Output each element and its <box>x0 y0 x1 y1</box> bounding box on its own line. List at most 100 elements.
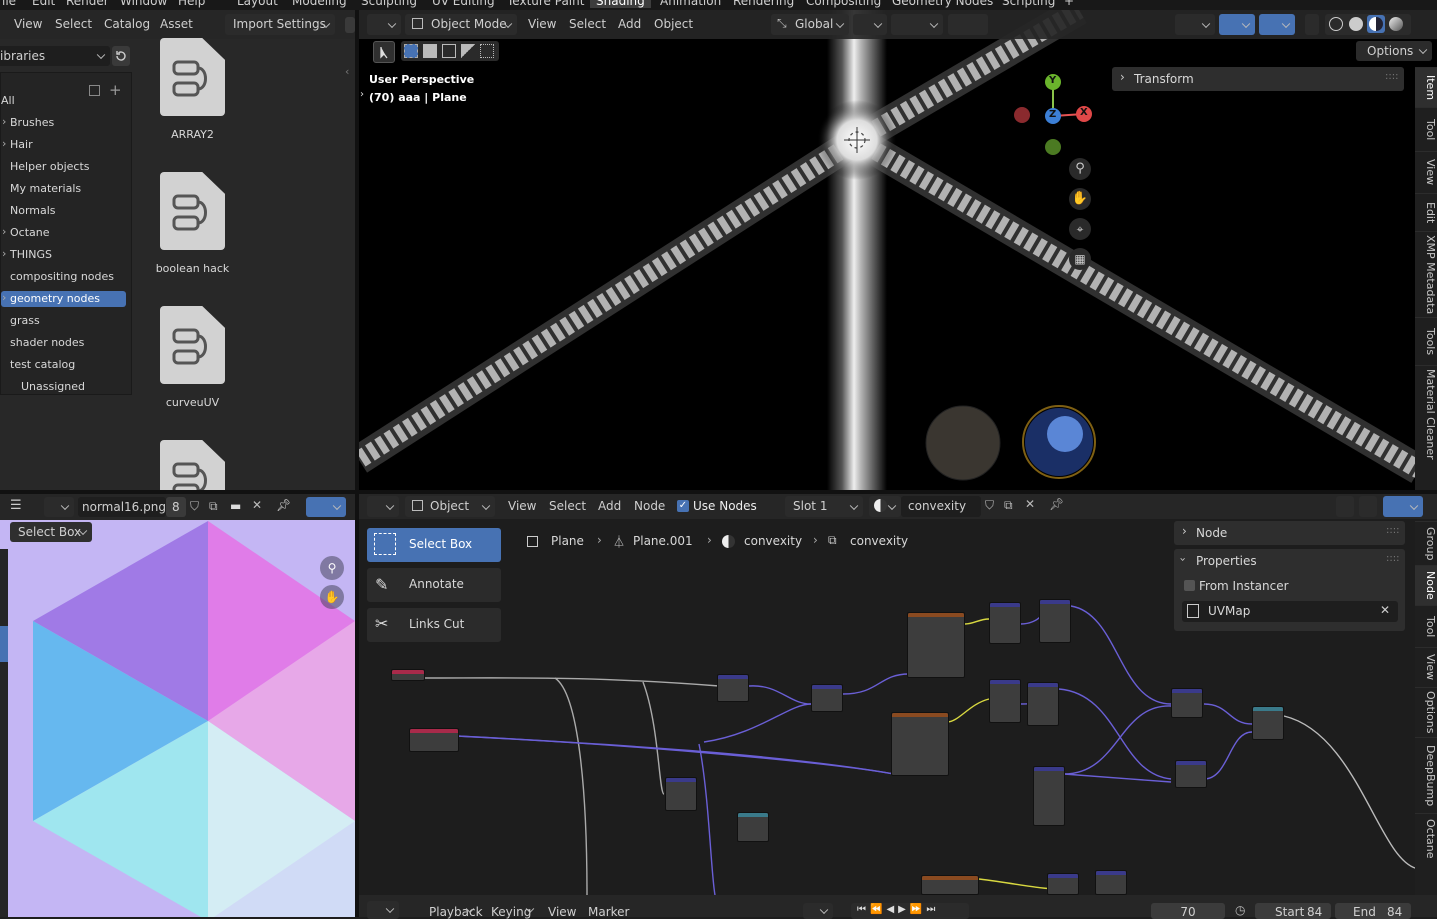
catalog-item[interactable]: › Brushes <box>1 115 126 131</box>
side-tab[interactable]: Options <box>1415 687 1437 737</box>
tab-geometry-nodes[interactable]: Geometry Nodes <box>892 0 993 8</box>
catalog-item[interactable]: Normals <box>1 203 126 219</box>
drag-handle-icon[interactable]: :::: <box>1385 71 1398 82</box>
properties-chevron-icon[interactable]: › <box>1177 557 1190 561</box>
catalog-item[interactable]: test catalog <box>1 357 126 373</box>
jump-start-icon[interactable]: ⏮ <box>857 904 870 915</box>
image-editor-type-dropdown[interactable] <box>44 497 74 517</box>
tab-animation[interactable]: Animation <box>660 0 721 8</box>
shader-node[interactable] <box>1033 766 1065 826</box>
info-expand-icon[interactable]: › <box>360 89 364 100</box>
side-tab[interactable]: DeepBump <box>1415 737 1437 813</box>
side-tab[interactable]: XMP Metadata <box>1415 231 1437 317</box>
shader-node[interactable] <box>717 674 749 702</box>
select-box-dropdown[interactable]: Select Box <box>10 522 92 542</box>
viewport-3d[interactable]: Object Mode View Select Add Object ⤡ Glo… <box>359 10 1437 490</box>
snap-dropdown[interactable] <box>891 14 943 35</box>
properties-panel-label[interactable]: Properties <box>1196 554 1257 568</box>
menu-hamburger-icon[interactable]: ☰ <box>10 498 22 513</box>
timeline-menu-keying[interactable]: Keying <box>483 901 539 919</box>
uvmap-clear-icon[interactable]: ✕ <box>1380 603 1390 617</box>
editor-type-dropdown[interactable] <box>367 14 401 35</box>
side-tab[interactable]: Group <box>1415 521 1437 565</box>
menu-render[interactable]: Render <box>66 0 109 8</box>
tab-sculpting[interactable]: Sculpting <box>361 0 417 8</box>
jump-end-icon[interactable]: ⏭ <box>926 904 939 915</box>
catalog-item[interactable]: Unassigned <box>1 379 126 395</box>
catalog-item[interactable]: Helper objects <box>1 159 126 175</box>
shader-node[interactable] <box>891 712 949 776</box>
gizmo-toggle[interactable] <box>1219 14 1255 35</box>
menu-edit[interactable]: Edit <box>32 0 55 8</box>
viewport-menu-add[interactable]: Add <box>618 17 641 31</box>
tab-texture-paint[interactable]: Texture Paint <box>507 0 584 8</box>
selection-mode-buttons[interactable] <box>401 41 499 61</box>
select-tool-button[interactable] <box>373 41 395 63</box>
menu-help[interactable]: Help <box>178 0 205 8</box>
catalog-item[interactable]: My materials <box>1 181 126 197</box>
open-folder-icon[interactable]: ▬ <box>230 499 241 513</box>
asset-menu-asset[interactable]: Asset <box>160 17 193 31</box>
chevron-right-icon[interactable]: › <box>2 137 6 150</box>
side-tab[interactable]: Item <box>1415 67 1437 107</box>
add-workspace-button[interactable]: + <box>1064 0 1074 8</box>
tab-modeling[interactable]: Modeling <box>292 0 347 8</box>
chevron-right-icon[interactable]: › <box>2 247 6 260</box>
panel-toggle-icon[interactable] <box>345 17 355 33</box>
viewport-menu-view[interactable]: View <box>528 17 556 31</box>
catalog-item[interactable]: › Hair <box>1 137 126 153</box>
shader-node[interactable] <box>921 875 979 895</box>
rendered-shading-icon[interactable] <box>1389 17 1403 31</box>
shader-node[interactable] <box>1175 760 1207 788</box>
catalog-item[interactable]: › Octane <box>1 225 126 241</box>
shader-node[interactable] <box>907 612 965 678</box>
image-gizmo-toggle[interactable] <box>306 497 346 517</box>
tab-compositing[interactable]: Compositing <box>806 0 881 8</box>
proportional-edit-toggle[interactable] <box>948 14 988 35</box>
play-reverse-icon[interactable]: ◀ <box>886 904 898 915</box>
catalog-item[interactable]: compositing nodes <box>1 269 126 285</box>
visibility-dropdown[interactable] <box>1175 14 1215 35</box>
unlink-close-icon[interactable]: ✕ <box>252 498 262 512</box>
shading-mode-buttons[interactable] <box>1325 14 1411 35</box>
side-tab[interactable]: Material Cleaner <box>1415 365 1437 463</box>
shader-node[interactable] <box>737 812 769 842</box>
refresh-library-icon[interactable] <box>112 46 130 66</box>
new-image-icon[interactable]: ⧉ <box>209 499 218 514</box>
transform-panel[interactable]: › Transform :::: <box>1112 67 1404 91</box>
side-tab[interactable]: Tool <box>1415 107 1437 151</box>
image-name-field[interactable]: normal16.png <box>78 497 166 517</box>
select-difference-icon[interactable] <box>461 44 475 58</box>
preview-range-clock-icon[interactable]: ◷ <box>1235 903 1245 917</box>
tab-rendering[interactable]: Rendering <box>733 0 794 8</box>
viewport-menu-select[interactable]: Select <box>569 17 606 31</box>
xray-toggle[interactable] <box>1305 14 1319 35</box>
asset-tile[interactable]: boolean hack <box>135 172 250 302</box>
shader-node[interactable] <box>1095 870 1127 895</box>
viewport-menu-object[interactable]: Object <box>654 17 693 31</box>
side-tab[interactable]: View <box>1415 647 1437 687</box>
object-mode-dropdown[interactable]: Object Mode <box>405 14 517 35</box>
jump-keyframe-back-icon[interactable]: ⏪ <box>870 904 886 915</box>
tab-scripting[interactable]: Scripting <box>1002 0 1055 8</box>
catalog-item[interactable]: › geometry nodes <box>1 291 126 307</box>
drag-handle-icon[interactable]: :::: <box>1386 553 1399 564</box>
image-tool-active[interactable] <box>0 626 8 662</box>
tab-uv-editing[interactable]: UV Editing <box>432 0 495 8</box>
asset-tile[interactable]: curveuUV <box>135 306 250 436</box>
asset-menu-select[interactable]: Select <box>55 17 92 31</box>
image-zoom-icon[interactable]: ⚲ <box>320 556 344 580</box>
shader-node[interactable] <box>1047 873 1079 895</box>
shader-node[interactable] <box>811 684 843 712</box>
timeline-menu-playback[interactable]: Playback <box>421 901 483 919</box>
timeline-editor-type-dropdown[interactable] <box>367 901 399 919</box>
zoom-icon[interactable]: ⚲ <box>1069 158 1091 180</box>
select-extend-icon[interactable] <box>423 44 437 58</box>
asset-menu-view[interactable]: View <box>14 17 42 31</box>
menu-window[interactable]: Window <box>120 0 167 8</box>
overlay-toggle[interactable] <box>1259 14 1295 35</box>
chevron-right-icon[interactable]: › <box>2 115 6 128</box>
image-pan-icon[interactable]: ✋ <box>320 585 344 609</box>
pivot-dropdown[interactable] <box>853 14 887 35</box>
play-icon[interactable]: ▶ <box>898 904 910 915</box>
